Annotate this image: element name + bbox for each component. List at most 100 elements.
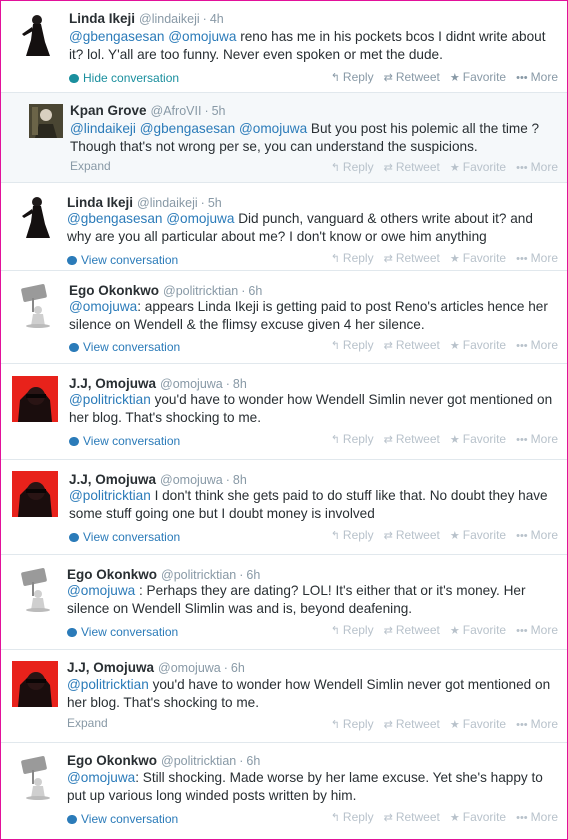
mention-link[interactable]: @politricktian <box>69 392 151 407</box>
view-conversation-link[interactable]: View conversation <box>69 339 180 355</box>
reply-button[interactable]: ↰ Reply <box>331 431 374 448</box>
avatar[interactable] <box>12 282 58 328</box>
more-button[interactable]: ••• More <box>516 250 558 267</box>
view-conversation-link[interactable]: View conversation <box>69 529 180 545</box>
author-handle[interactable]: @politricktian <box>161 754 236 768</box>
tweet-timestamp[interactable]: 6h <box>246 754 260 768</box>
author-handle[interactable]: @politricktian <box>161 568 236 582</box>
tweet[interactable]: J.J, Omojuwa @omojuwa · 8h @politricktian y… <box>1 364 567 460</box>
mention-link[interactable]: @omojuwa <box>166 211 234 226</box>
mention-link[interactable]: @gbengasesan <box>140 121 235 136</box>
tweet-timestamp[interactable]: 8h <box>233 377 247 391</box>
avatar[interactable] <box>12 12 58 58</box>
reply-button[interactable]: ↰ Reply <box>331 809 374 826</box>
tweet[interactable]: Ego Okonkwo @politricktian · 6h @omojuwa: S… <box>1 743 567 839</box>
author-handle[interactable]: @lindaikeji <box>137 196 198 210</box>
reply-button[interactable]: ↰ Reply <box>331 250 374 267</box>
tweet-timestamp[interactable]: 6h <box>246 568 260 582</box>
tweet[interactable]: Ego Okonkwo @politricktian · 6h @omojuwa: a… <box>1 271 567 364</box>
avatar[interactable] <box>12 376 58 422</box>
mention-link[interactable]: @omojuwa <box>67 583 135 598</box>
favorite-button[interactable]: ★ Favorite <box>450 622 506 639</box>
avatar[interactable] <box>12 661 58 707</box>
retweet-button[interactable]: ⇄ Retweet <box>384 809 440 826</box>
view-conversation-link[interactable]: View conversation <box>67 811 178 827</box>
retweet-button[interactable]: ⇄ Retweet <box>384 527 440 544</box>
avatar[interactable] <box>12 566 58 612</box>
reply-button[interactable]: ↰ Reply <box>331 716 374 733</box>
reply-button[interactable]: ↰ Reply <box>331 69 374 86</box>
tweet[interactable]: Ego Okonkwo @politricktian · 6h @omojuwa : … <box>1 555 567 650</box>
more-button[interactable]: ••• More <box>516 716 558 733</box>
retweet-button[interactable]: ⇄ Retweet <box>384 716 440 733</box>
tweet-timestamp[interactable]: 5h <box>212 104 226 118</box>
reply-button[interactable]: ↰ Reply <box>331 337 374 354</box>
tweet-timestamp[interactable]: 4h <box>210 12 224 26</box>
mention-link[interactable]: @omojuwa <box>67 770 135 785</box>
more-button[interactable]: ••• More <box>516 527 558 544</box>
view-conversation-link[interactable]: View conversation <box>69 433 180 449</box>
expand-link[interactable]: Expand <box>70 158 111 174</box>
favorite-button[interactable]: ★ Favorite <box>450 809 506 826</box>
hide-conversation-link[interactable]: Hide conversation <box>69 70 179 86</box>
retweet-button[interactable]: ⇄ Retweet <box>384 337 440 354</box>
avatar[interactable] <box>12 471 58 517</box>
retweet-button[interactable]: ⇄ Retweet <box>384 250 440 267</box>
avatar[interactable] <box>12 754 58 800</box>
reply-button[interactable]: ↰ Reply <box>331 159 374 176</box>
author-handle[interactable]: @lindaikeji <box>139 12 200 26</box>
tweet[interactable]: Linda Ikeji @lindaikeji · 4h @gbengasesan @… <box>1 1 567 93</box>
favorite-button[interactable]: ★ Favorite <box>450 527 506 544</box>
mention-link[interactable]: @omojuwa <box>168 29 236 44</box>
author-name[interactable]: J.J, Omojuwa <box>67 660 154 675</box>
favorite-button[interactable]: ★ Favorite <box>450 159 506 176</box>
author-name[interactable]: Ego Okonkwo <box>69 283 159 298</box>
mention-link[interactable]: @omojuwa <box>239 121 307 136</box>
reply-button[interactable]: ↰ Reply <box>331 527 374 544</box>
expand-link[interactable]: Expand <box>67 715 108 731</box>
tweet[interactable]: Kpan Grove @AfroVII · 5h @lindaikeji @gbeng… <box>1 93 567 183</box>
tweet[interactable]: J.J, Omojuwa @omojuwa · 6h @politricktian y… <box>1 650 567 743</box>
tweet-timestamp[interactable]: 6h <box>248 284 262 298</box>
retweet-button[interactable]: ⇄ Retweet <box>384 622 440 639</box>
reply-button[interactable]: ↰ Reply <box>331 622 374 639</box>
more-button[interactable]: ••• More <box>516 622 558 639</box>
author-name[interactable]: Kpan Grove <box>70 103 147 118</box>
avatar[interactable] <box>12 194 58 240</box>
more-button[interactable]: ••• More <box>516 69 558 86</box>
retweet-button[interactable]: ⇄ Retweet <box>384 159 440 176</box>
tweet[interactable]: Linda Ikeji @lindaikeji · 5h @gbengasesan @… <box>1 183 567 271</box>
tweet-timestamp[interactable]: 5h <box>208 196 222 210</box>
author-handle[interactable]: @AfroVII <box>151 104 202 118</box>
tweet-timestamp[interactable]: 8h <box>233 473 247 487</box>
mention-link[interactable]: @lindaikeji <box>70 121 136 136</box>
more-button[interactable]: ••• More <box>516 337 558 354</box>
favorite-button[interactable]: ★ Favorite <box>450 716 506 733</box>
favorite-button[interactable]: ★ Favorite <box>450 250 506 267</box>
favorite-button[interactable]: ★ Favorite <box>450 69 506 86</box>
tweet-timestamp[interactable]: 6h <box>231 661 245 675</box>
view-conversation-link[interactable]: View conversation <box>67 624 178 640</box>
author-handle[interactable]: @politricktian <box>163 284 238 298</box>
more-button[interactable]: ••• More <box>516 159 558 176</box>
mention-link[interactable]: @politricktian <box>67 677 149 692</box>
favorite-button[interactable]: ★ Favorite <box>450 431 506 448</box>
author-name[interactable]: Ego Okonkwo <box>67 753 157 768</box>
author-name[interactable]: J.J, Omojuwa <box>69 376 156 391</box>
view-conversation-link[interactable]: View conversation <box>67 252 178 268</box>
mention-link[interactable]: @politricktian <box>69 488 151 503</box>
tweet[interactable]: J.J, Omojuwa @omojuwa · 8h @politricktian I… <box>1 460 567 555</box>
author-handle[interactable]: @omojuwa <box>160 377 223 391</box>
more-button[interactable]: ••• More <box>516 809 558 826</box>
author-name[interactable]: Ego Okonkwo <box>67 567 157 582</box>
retweet-button[interactable]: ⇄ Retweet <box>384 431 440 448</box>
author-name[interactable]: J.J, Omojuwa <box>69 472 156 487</box>
mention-link[interactable]: @gbengasesan <box>67 211 162 226</box>
retweet-button[interactable]: ⇄ Retweet <box>384 69 440 86</box>
more-button[interactable]: ••• More <box>516 431 558 448</box>
author-name[interactable]: Linda Ikeji <box>69 11 135 26</box>
avatar[interactable] <box>29 104 63 138</box>
author-handle[interactable]: @omojuwa <box>160 473 223 487</box>
mention-link[interactable]: @gbengasesan <box>69 29 164 44</box>
author-name[interactable]: Linda Ikeji <box>67 195 133 210</box>
